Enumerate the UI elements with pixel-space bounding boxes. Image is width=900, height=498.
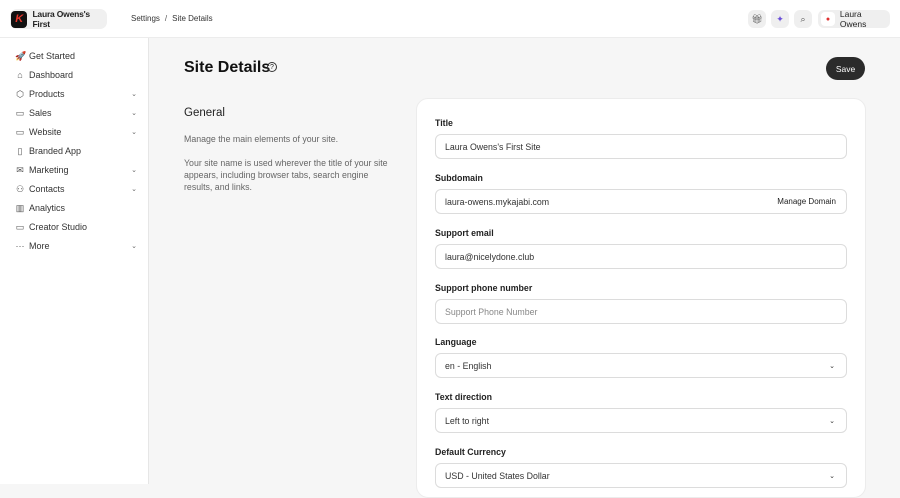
users-icon: ⚇ bbox=[15, 183, 25, 194]
section-help-text: Your site name is used wherever the titl… bbox=[184, 158, 388, 192]
sidebar-item-website[interactable]: ▭ Website ⌄ bbox=[15, 125, 137, 139]
box-icon: ⬡ bbox=[16, 88, 24, 99]
more-icon: ··· bbox=[15, 241, 25, 251]
sidebar-item-label: Get Started bbox=[29, 51, 76, 61]
site-name: Laura Owens's First bbox=[32, 9, 90, 29]
text-direction-label: Text direction bbox=[435, 392, 493, 402]
chevron-down-icon: ⌄ bbox=[131, 243, 137, 250]
support-phone-input[interactable]: Support Phone Number bbox=[435, 299, 847, 324]
chevron-down-icon: ⌄ bbox=[829, 417, 835, 425]
sidebar-item-dashboard[interactable]: ⌂ Dashboard bbox=[15, 68, 137, 82]
text-direction-value: Left to right bbox=[445, 415, 490, 426]
user-menu[interactable]: ● Laura Owens bbox=[818, 9, 890, 29]
ai-button[interactable]: ✦ bbox=[771, 10, 789, 28]
title-value: Laura Owens's First Site bbox=[445, 141, 541, 152]
sidebar-item-label: Sales bbox=[29, 108, 52, 118]
breadcrumb: Settings / Site Details bbox=[131, 14, 213, 23]
home-icon: ⌂ bbox=[17, 70, 23, 80]
subdomain-label: Subdomain bbox=[435, 173, 483, 183]
sidebar-item-more[interactable]: ··· More ⌄ bbox=[15, 239, 138, 253]
breadcrumb-settings[interactable]: Settings bbox=[131, 14, 160, 23]
sidebar-item-label: More bbox=[29, 241, 50, 251]
sidebar-item-label: Marketing bbox=[29, 165, 69, 175]
user-name: Laura Owens bbox=[839, 9, 867, 29]
sidebar-item-creator-studio[interactable]: ▭ Creator Studio bbox=[15, 220, 137, 234]
support-phone-placeholder: Support Phone Number bbox=[445, 306, 538, 317]
chevron-down-icon: ⌄ bbox=[131, 110, 137, 117]
save-button[interactable]: Save bbox=[826, 57, 865, 80]
support-email-value: laura@nicelydone.club bbox=[445, 251, 535, 262]
sidebar-item-label: Branded App bbox=[29, 146, 82, 156]
sidebar-item-label: Products bbox=[29, 89, 65, 99]
language-select[interactable]: en - English ⌄ bbox=[435, 353, 847, 378]
support-phone-label: Support phone number bbox=[435, 283, 533, 293]
sidebar-item-branded-app[interactable]: ▯ Branded App bbox=[15, 144, 137, 158]
sparkle-icon: ✦ bbox=[776, 13, 784, 24]
gift-icon: 🎁︎ bbox=[751, 13, 763, 24]
sidebar-item-marketing[interactable]: ✉ Marketing ⌄ bbox=[15, 163, 137, 177]
support-email-input[interactable]: laura@nicelydone.club bbox=[435, 244, 847, 269]
section-description: Manage the main elements of your site. bbox=[184, 134, 339, 144]
language-value: en - English bbox=[445, 360, 492, 371]
currency-value: USD - United States Dollar bbox=[445, 470, 550, 481]
rocket-icon: 🚀 bbox=[15, 50, 27, 61]
chevron-down-icon: ⌄ bbox=[131, 129, 137, 136]
subdomain-input[interactable]: laura-owens.mykajabi.com Manage Domain bbox=[435, 189, 847, 214]
gift-button[interactable]: 🎁︎ bbox=[748, 10, 766, 28]
search-button[interactable]: ⌕ bbox=[794, 10, 812, 28]
page-title: Site Details bbox=[184, 59, 271, 76]
title-label: Title bbox=[435, 118, 453, 128]
manage-domain-button[interactable]: Manage Domain bbox=[777, 197, 836, 206]
avatar: ● bbox=[821, 12, 835, 26]
breadcrumb-current: Site Details bbox=[172, 14, 213, 23]
sidebar-item-label: Website bbox=[29, 127, 62, 137]
help-icon[interactable]: ? bbox=[267, 62, 277, 72]
sidebar-item-products[interactable]: ⬡ Products ⌄ bbox=[15, 87, 137, 101]
text-direction-select[interactable]: Left to right ⌄ bbox=[435, 408, 847, 433]
chevron-down-icon: ⌄ bbox=[829, 472, 835, 480]
site-switcher[interactable]: K Laura Owens's First bbox=[10, 9, 107, 29]
sidebar-item-label: Creator Studio bbox=[29, 222, 88, 232]
search-icon: ⌕ bbox=[800, 13, 806, 24]
chart-icon: ▥ bbox=[15, 202, 25, 213]
phone-icon: ▯ bbox=[17, 145, 23, 156]
title-input[interactable]: Laura Owens's First Site bbox=[435, 134, 847, 159]
subdomain-value: laura-owens.mykajabi.com bbox=[445, 196, 550, 207]
currency-label: Default Currency bbox=[435, 447, 506, 457]
sidebar-item-label: Contacts bbox=[29, 184, 65, 194]
mail-icon: ✉ bbox=[16, 164, 24, 175]
sidebar: 🚀 Get Started ⌂ Dashboard ⬡ Products ⌄ ▭ Sales ⌄ ▭… bbox=[0, 38, 149, 484]
support-email-label: Support email bbox=[435, 228, 494, 238]
monitor-icon: ▭ bbox=[15, 126, 25, 137]
chevron-down-icon: ⌄ bbox=[131, 186, 137, 193]
currency-select[interactable]: USD - United States Dollar ⌄ bbox=[435, 463, 847, 488]
sidebar-item-contacts[interactable]: ⚇ Contacts ⌄ bbox=[15, 182, 137, 196]
top-bar: K Laura Owens's First Settings / Site Deta… bbox=[0, 0, 900, 38]
section-title: General bbox=[184, 107, 225, 119]
card-icon: ▭ bbox=[15, 107, 25, 118]
chevron-down-icon: ⌄ bbox=[131, 91, 137, 98]
sidebar-item-sales[interactable]: ▭ Sales ⌄ bbox=[15, 106, 137, 120]
studio-icon: ▭ bbox=[15, 221, 25, 232]
sidebar-item-get-started[interactable]: 🚀 Get Started bbox=[15, 49, 137, 63]
sidebar-item-analytics[interactable]: ▥ Analytics bbox=[15, 201, 137, 215]
kajabi-logo-icon: K bbox=[11, 10, 28, 28]
sidebar-item-label: Dashboard bbox=[29, 70, 74, 80]
chevron-down-icon: ⌄ bbox=[829, 362, 835, 370]
chevron-down-icon: ⌄ bbox=[131, 167, 137, 174]
language-label: Language bbox=[435, 337, 477, 347]
sidebar-item-label: Analytics bbox=[29, 203, 66, 213]
